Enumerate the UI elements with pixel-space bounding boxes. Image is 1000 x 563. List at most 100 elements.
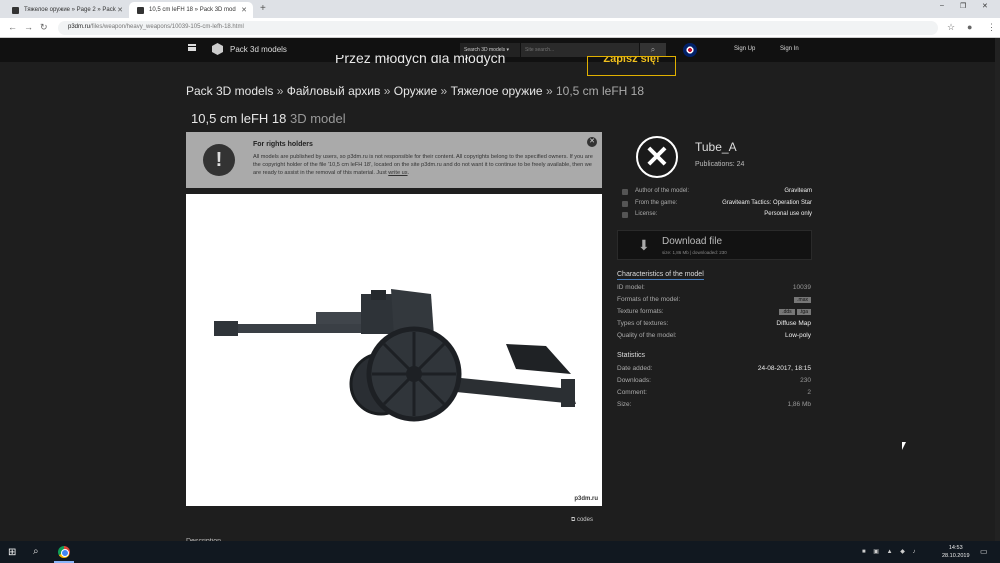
stat-value: 1,86 Mb — [787, 401, 812, 408]
char-label: Texture formats: — [617, 308, 664, 315]
address-bar-row: ← → ↻ p3dm.ru/files/weapon/heavy_weapons… — [0, 18, 1000, 38]
browser-tab[interactable]: Тяжелое оружие » Page 2 » Pack ✕ — [4, 2, 129, 18]
char-row: Texture formats: .dds .tga — [617, 308, 811, 315]
format-chip[interactable]: .dds — [779, 309, 795, 315]
menu-dots-icon[interactable]: ⋮ — [987, 22, 996, 33]
breadcrumb-link[interactable]: Файловый архив — [287, 84, 381, 98]
format-chip[interactable]: .max — [794, 297, 811, 303]
rights-holder-notice: ! For rights holders All models are publ… — [186, 132, 602, 188]
maximize-button[interactable]: ❐ — [960, 2, 966, 10]
tab-title: Тяжелое оружие » Page 2 » Pack — [24, 7, 116, 13]
meta-game-row: From the game: Graviteam Tactics: Operat… — [622, 200, 812, 210]
download-label: Download file — [662, 236, 723, 247]
no-avatar-icon: ✕ — [644, 141, 670, 174]
char-chips: .dds .tga — [777, 308, 811, 315]
stat-label: Downloads: — [617, 377, 651, 384]
clock-time: 14:53 — [948, 545, 963, 551]
download-arrow-icon: ⬇ — [638, 237, 650, 253]
reload-icon[interactable]: ↻ — [40, 22, 48, 33]
close-tab-icon[interactable]: ✕ — [241, 6, 247, 14]
page-scrollbar[interactable] — [995, 38, 1000, 541]
banner-text: Przez młodych dla młodych — [335, 55, 506, 66]
notice-text: All models are published by users, so p3… — [253, 154, 593, 176]
meta-label: Author of the model: — [635, 188, 690, 194]
bookmark-star-icon[interactable]: ☆ — [947, 22, 955, 33]
tab-title: 10,5 cm leFH 18 » Pack 3D mod — [149, 7, 236, 13]
breadcrumb: Pack 3D models » Файловый архив » Оружие… — [186, 84, 644, 98]
url-field[interactable]: p3dm.ru/files/weapon/heavy_weapons/10039… — [58, 21, 938, 35]
breadcrumb-link[interactable]: Оружие — [394, 84, 437, 98]
statistics-heading: Statistics — [617, 352, 646, 359]
search-button[interactable]: ⌕ — [640, 43, 666, 57]
game-icon — [622, 201, 628, 207]
char-row: ID model: 10039 — [617, 284, 811, 291]
char-label: Formats of the model: — [617, 296, 681, 303]
close-tab-icon[interactable]: ✕ — [117, 6, 123, 14]
watermark: p3dm.ru — [574, 496, 598, 502]
stat-row: Comment: 2 — [617, 389, 811, 396]
char-value: 10039 — [792, 284, 811, 291]
logo-cube-icon[interactable] — [212, 43, 223, 55]
search-icon: ⌕ — [650, 45, 656, 54]
site-logo-text[interactable]: Pack 3d models — [230, 45, 287, 54]
new-tab-button[interactable]: + — [260, 3, 266, 14]
meta-value[interactable]: Graviteam — [784, 188, 812, 194]
howitzer-render-icon — [214, 289, 576, 422]
notice-title: For rights holders — [253, 141, 313, 148]
sign-up-link[interactable]: Sign Up — [734, 46, 755, 52]
browser-tab-bar: Тяжелое оружие » Page 2 » Pack ✕ 10,5 cm… — [0, 0, 1000, 18]
author-name[interactable]: Tube_A — [695, 140, 737, 154]
close-window-button[interactable]: ✕ — [982, 2, 988, 10]
breadcrumb-separator: » — [440, 84, 448, 98]
format-chip[interactable]: .tga — [796, 309, 811, 315]
banner-button[interactable]: Zapisz się! — [587, 56, 676, 76]
breadcrumb-link[interactable]: Pack 3D models — [186, 84, 273, 98]
codes-link[interactable]: ⧉ codes — [571, 517, 593, 524]
close-notice-button[interactable]: ✕ — [587, 137, 597, 147]
search-icon[interactable]: ⌕ — [33, 546, 39, 557]
chrome-icon[interactable] — [58, 546, 70, 558]
characteristics-heading: Characteristics of the model — [617, 271, 704, 280]
char-chips: .max — [792, 296, 811, 303]
meta-label: License: — [635, 211, 658, 217]
breadcrumb-separator: » — [383, 84, 391, 98]
download-info: size: 1,86 Mb | downloaded: 230 — [662, 250, 727, 255]
download-file-button[interactable]: ⬇ Download file size: 1,86 Mb | download… — [617, 230, 812, 260]
back-arrow-icon[interactable]: ← — [8, 22, 17, 32]
windows-start-icon[interactable]: ⊞ — [8, 547, 16, 558]
char-label: ID model: — [617, 284, 645, 291]
minimize-button[interactable]: – — [940, 2, 944, 9]
taskbar-clock[interactable]: 14:53 28.10.2019 — [942, 544, 970, 560]
model-preview-image[interactable]: p3dm.ru — [186, 194, 602, 506]
site-favicon-icon — [137, 6, 144, 14]
system-tray-icons[interactable]: ■ ▣ ▲ ◆ ♪ — [862, 548, 919, 555]
url-host: p3dm.ru — [68, 24, 91, 30]
write-us-link[interactable]: write us — [388, 170, 407, 176]
author-publications: Publications: 24 — [695, 161, 745, 168]
notice-body: All models are published by users, so p3… — [253, 153, 598, 177]
stat-value: 2 — [807, 389, 811, 396]
language-flag-icon[interactable] — [683, 43, 697, 57]
page-title: 10,5 cm leFH 18 3D model — [191, 111, 346, 126]
forward-arrow-icon[interactable]: → — [24, 22, 33, 32]
model-subtitle: 3D model — [290, 111, 346, 126]
stat-value: 24-08-2017, 18:15 — [757, 365, 811, 372]
sign-in-link[interactable]: Sign In — [780, 46, 799, 52]
char-row: Types of textures: Diffuse Map — [617, 320, 811, 327]
meta-value[interactable]: Graviteam Tactics: Operation Star — [722, 200, 812, 206]
clock-date: 28.10.2019 — [942, 553, 970, 559]
char-row: Formats of the model: .max — [617, 296, 811, 303]
hamburger-menu-icon[interactable] — [188, 44, 196, 51]
breadcrumb-separator: » — [276, 84, 284, 98]
notification-icon[interactable]: ▭ — [980, 547, 988, 556]
stat-row: Downloads: 230 — [617, 377, 811, 384]
stat-label: Date added: — [617, 365, 653, 372]
meta-value: Personal use only — [764, 211, 812, 217]
model-title: 10,5 cm leFH 18 — [191, 111, 287, 126]
char-value: Diffuse Map — [776, 320, 811, 327]
meta-author-row: Author of the model: Graviteam — [622, 188, 812, 198]
profile-icon[interactable]: ● — [967, 22, 972, 32]
meta-license-row: License: Personal use only — [622, 211, 812, 221]
breadcrumb-link[interactable]: Тяжелое оружие — [451, 84, 543, 98]
browser-tab-active[interactable]: 10,5 cm leFH 18 » Pack 3D mod ✕ — [129, 2, 253, 18]
